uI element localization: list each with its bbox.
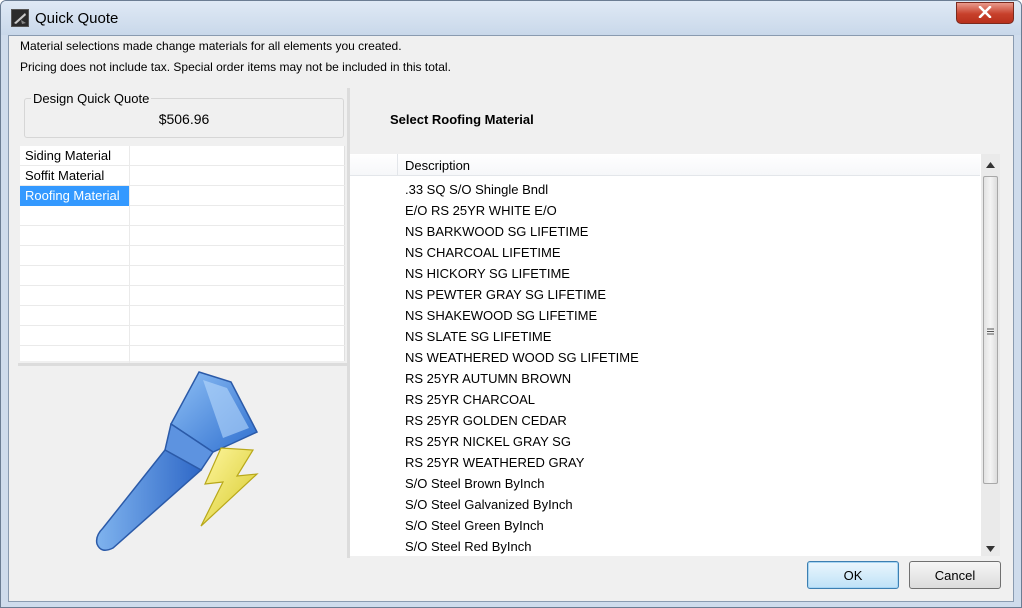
list-item[interactable]: NS HICKORY SG LIFETIME xyxy=(350,263,980,284)
scroll-grip-icon xyxy=(987,323,994,338)
header-spacer xyxy=(350,154,398,176)
list-item[interactable]: RS 25YR GOLDEN CEDAR xyxy=(350,410,980,431)
window-title: Quick Quote xyxy=(35,10,119,27)
quick-quote-total: $506.96 xyxy=(158,111,210,127)
info-text-line-1: Material selections made change material… xyxy=(20,39,402,53)
quick-quote-group: Design Quick Quote $506.96 xyxy=(24,91,344,138)
material-row-soffit[interactable]: Soffit Material xyxy=(20,166,345,186)
list-item[interactable]: NS SHAKEWOOD SG LIFETIME xyxy=(350,305,980,326)
list-item[interactable]: S/O Steel Red ByInch xyxy=(350,536,980,557)
list-item[interactable]: RS 25YR AUTUMN BROWN xyxy=(350,368,980,389)
quick-quote-window: Quick Quote Material selections made cha… xyxy=(0,0,1022,608)
cancel-button[interactable]: Cancel xyxy=(909,561,1001,589)
chevron-up-icon xyxy=(986,156,995,171)
scroll-thumb[interactable] xyxy=(983,176,998,484)
list-item[interactable]: NS PEWTER GRAY SG LIFETIME xyxy=(350,284,980,305)
list-item[interactable]: RS 25YR CHARCOAL xyxy=(350,389,980,410)
material-item-label: Roofing Material xyxy=(20,186,130,206)
material-row-empty xyxy=(20,246,345,266)
list-item[interactable]: RS 25YR NICKEL GRAY SG xyxy=(350,431,980,452)
ok-button[interactable]: OK xyxy=(807,561,899,589)
material-row-empty xyxy=(20,226,345,246)
empty-cell xyxy=(20,286,130,306)
chevron-down-icon xyxy=(986,540,995,555)
app-icon xyxy=(11,9,29,27)
list-item[interactable]: NS CHARCOAL LIFETIME xyxy=(350,242,980,263)
material-item-label: Siding Material xyxy=(20,146,130,166)
list-item[interactable]: S/O Steel Brown ByInch xyxy=(350,473,980,494)
list-item[interactable]: NS WEATHERED WOOD SG LIFETIME xyxy=(350,347,980,368)
list-header: Description xyxy=(350,154,980,176)
material-row-empty xyxy=(20,306,345,326)
list-rows: .33 SQ S/O Shingle Bndl E/O RS 25YR WHIT… xyxy=(350,179,980,557)
list-item[interactable]: NS SLATE SG LIFETIME xyxy=(350,326,980,347)
list-item[interactable]: E/O RS 25YR WHITE E/O xyxy=(350,200,980,221)
empty-cell xyxy=(20,206,130,226)
list-item[interactable]: S/O Steel Green ByInch xyxy=(350,515,980,536)
material-item-label: Soffit Material xyxy=(20,166,130,186)
title-bar[interactable]: Quick Quote xyxy=(1,1,1021,35)
info-text-line-2: Pricing does not include tax. Special or… xyxy=(20,60,451,74)
empty-cell xyxy=(20,326,130,346)
list-item[interactable]: S/O Steel Galvanized ByInch xyxy=(350,494,980,515)
quick-quote-label: Design Quick Quote xyxy=(31,91,152,106)
material-row-siding[interactable]: Siding Material xyxy=(20,146,345,166)
material-row-empty xyxy=(20,326,345,346)
material-row-roofing[interactable]: Roofing Material xyxy=(20,186,345,206)
empty-cell xyxy=(20,306,130,326)
column-header-description[interactable]: Description xyxy=(405,158,470,173)
material-row-empty xyxy=(20,206,345,226)
empty-cell xyxy=(20,226,130,246)
dialog-body: Material selections made change material… xyxy=(8,35,1014,602)
material-row-empty xyxy=(20,266,345,286)
close-icon xyxy=(978,5,992,21)
roofing-material-list[interactable]: Description .33 SQ S/O Shingle Bndl E/O … xyxy=(350,154,1000,556)
vertical-scrollbar[interactable] xyxy=(981,154,1000,556)
section-title: Select Roofing Material xyxy=(390,112,534,127)
list-item[interactable]: .33 SQ S/O Shingle Bndl xyxy=(350,179,980,200)
empty-cell xyxy=(20,266,130,286)
list-item[interactable]: RS 25YR WEATHERED GRAY xyxy=(350,452,980,473)
list-item[interactable]: NS BARKWOOD SG LIFETIME xyxy=(350,221,980,242)
material-row-empty xyxy=(20,286,345,306)
close-button[interactable] xyxy=(956,2,1014,24)
paintbrush-lightning-icon xyxy=(81,366,281,559)
empty-cell xyxy=(20,246,130,266)
scroll-up-button[interactable] xyxy=(981,154,1000,172)
material-category-grid: Siding Material Soffit Material Roofing … xyxy=(20,146,345,366)
scroll-down-button[interactable] xyxy=(981,538,1000,556)
